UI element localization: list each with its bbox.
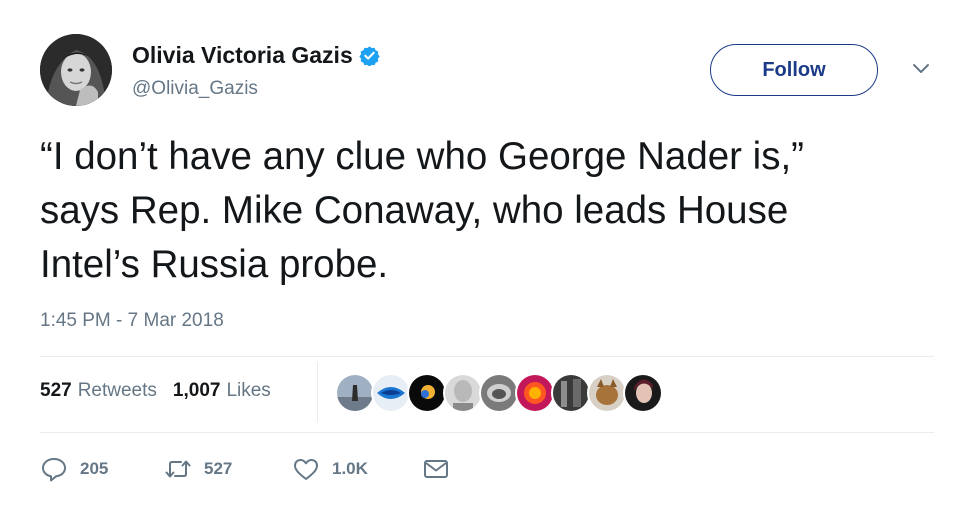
liker-avatar[interactable] (479, 373, 519, 413)
retweets-label: Retweets (77, 380, 157, 401)
reply-icon (42, 458, 66, 482)
direct-message-button[interactable] (422, 456, 450, 482)
heart-icon (294, 459, 318, 480)
tweet-timestamp[interactable]: 1:45 PM - 7 Mar 2018 (40, 310, 224, 332)
likes-count: 1,007 (172, 380, 221, 401)
liker-avatar[interactable] (623, 373, 663, 413)
like-button[interactable]: 1.0K (292, 456, 422, 482)
verified-badge-icon (359, 45, 380, 67)
divider (40, 356, 934, 357)
likes-stat[interactable]: 1,007 Likes (173, 380, 271, 402)
author-name-row[interactable]: Olivia Victoria Gazis (132, 42, 380, 69)
liker-avatar[interactable] (371, 373, 411, 413)
liker-avatar[interactable] (335, 373, 375, 413)
follow-button[interactable]: Follow (710, 44, 878, 96)
reply-count: 205 (80, 459, 109, 478)
tweet-card: Olivia Victoria Gazis @Olivia_Gazis Foll… (0, 0, 980, 516)
author-handle[interactable]: @Olivia_Gazis (132, 78, 258, 100)
retweets-count: 527 (40, 380, 72, 401)
reply-button[interactable]: 205 (40, 456, 164, 482)
liker-avatar[interactable] (515, 373, 555, 413)
likes-label: Likes (226, 380, 271, 401)
tweet-stats: 527 Retweets 1,007 Likes (40, 380, 271, 402)
tweet-text-line: Intel’s Russia probe. (40, 243, 389, 286)
retweet-icon (165, 460, 191, 478)
envelope-icon (424, 460, 448, 478)
tweet-text: “I don’t have any clue who George Nader … (40, 130, 940, 292)
divider (40, 432, 934, 433)
likers-avatar-list (335, 373, 663, 413)
chevron-down-icon[interactable] (908, 58, 934, 78)
retweet-button[interactable]: 527 (164, 456, 292, 482)
stats-separator (317, 362, 318, 422)
liker-avatar[interactable] (407, 373, 447, 413)
author-avatar[interactable] (40, 34, 112, 106)
like-count: 1.0K (332, 459, 368, 478)
retweets-stat[interactable]: 527 Retweets (40, 380, 157, 402)
liker-avatar[interactable] (443, 373, 483, 413)
tweet-text-line: “I don’t have any clue who George Nader … (40, 135, 804, 178)
liker-avatar[interactable] (587, 373, 627, 413)
tweet-text-line: says Rep. Mike Conaway, who leads House (40, 189, 789, 232)
liker-avatar[interactable] (551, 373, 591, 413)
retweet-count: 527 (204, 459, 233, 478)
author-display-name[interactable]: Olivia Victoria Gazis (132, 42, 353, 69)
tweet-actions: 205 527 1.0K (40, 456, 450, 482)
